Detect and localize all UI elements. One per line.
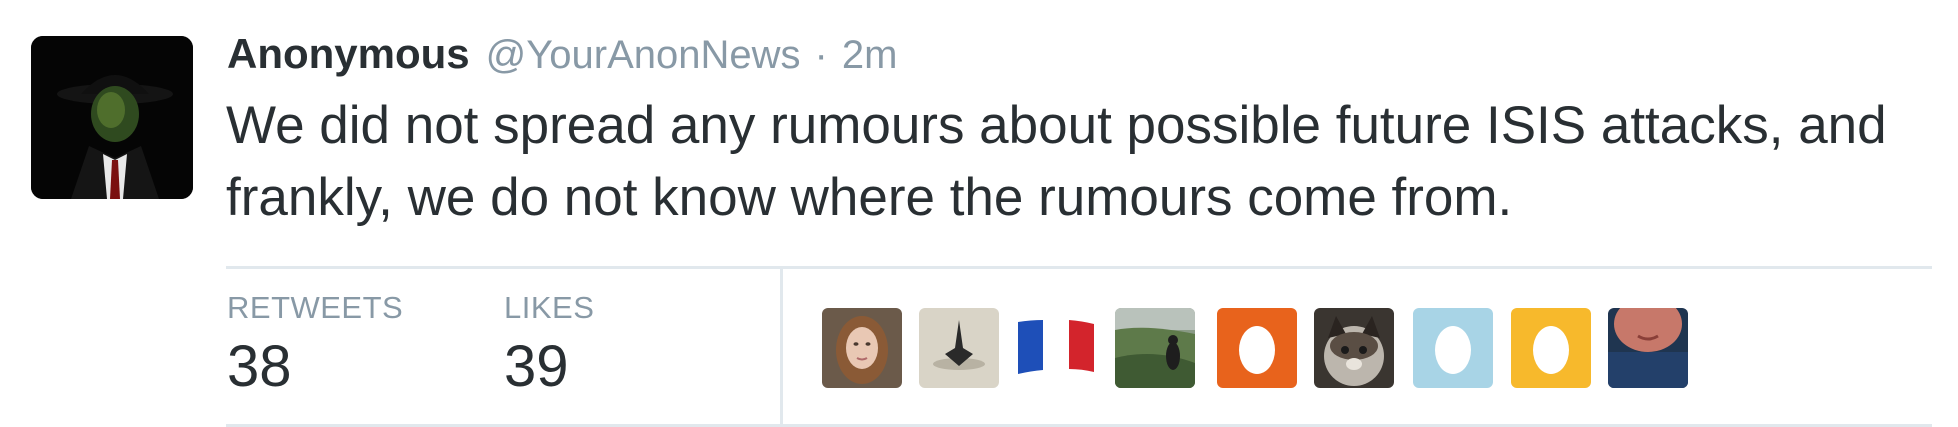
tweet-header: Anonymous @YourAnonNews · 2m bbox=[227, 30, 897, 84]
liker-avatar[interactable] bbox=[1314, 308, 1394, 388]
default-egg-icon bbox=[1511, 308, 1591, 388]
liker-spinning-top-image bbox=[919, 308, 999, 388]
author-name[interactable]: Anonymous bbox=[227, 30, 470, 78]
likes-label: LIKES bbox=[504, 290, 595, 325]
liker-avatar[interactable] bbox=[1217, 308, 1297, 388]
liker-landscape-photo-image bbox=[1115, 308, 1195, 388]
default-egg-icon bbox=[1217, 308, 1297, 388]
header-separator: · bbox=[814, 33, 828, 77]
tweet-timestamp[interactable]: 2m bbox=[842, 33, 898, 78]
liker-avatar[interactable] bbox=[919, 308, 999, 388]
default-egg-icon bbox=[1413, 308, 1493, 388]
stats-divider-top bbox=[226, 266, 1932, 269]
likes-count: 39 bbox=[504, 334, 569, 399]
author-handle[interactable]: @YourAnonNews bbox=[486, 33, 801, 78]
liker-avatar[interactable] bbox=[1413, 308, 1493, 388]
liker-avatar[interactable] bbox=[1115, 308, 1195, 388]
likes-stat[interactable]: LIKES 39 bbox=[504, 290, 594, 400]
stats-divider-vertical bbox=[780, 269, 783, 424]
liker-cat-photo-image bbox=[1314, 308, 1394, 388]
anonymous-mask-avatar-image bbox=[31, 36, 193, 199]
liker-face-photo-image bbox=[1608, 308, 1688, 388]
author-avatar[interactable] bbox=[31, 36, 193, 199]
tweet-text: We did not spread any rumours about poss… bbox=[226, 96, 1887, 227]
liker-avatar[interactable] bbox=[1016, 308, 1096, 388]
liker-avatar[interactable] bbox=[1511, 308, 1591, 388]
retweets-count: 38 bbox=[227, 334, 292, 399]
liker-woman-photo-image bbox=[822, 308, 902, 388]
liker-french-flag-image bbox=[1016, 308, 1096, 388]
retweets-label: RETWEETS bbox=[227, 290, 404, 325]
liker-avatar[interactable] bbox=[1608, 308, 1688, 388]
retweets-stat[interactable]: RETWEETS 38 bbox=[227, 290, 403, 400]
liker-avatar[interactable] bbox=[822, 308, 902, 388]
